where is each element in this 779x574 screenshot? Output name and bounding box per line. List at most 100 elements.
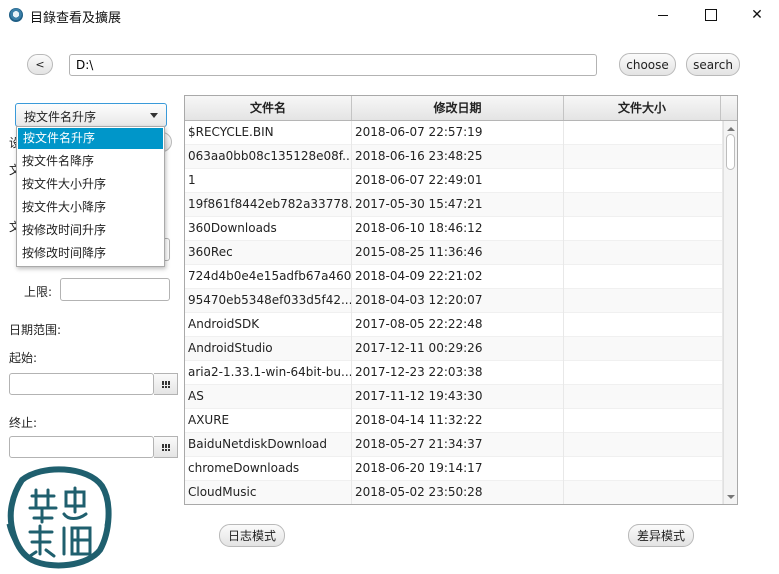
choose-button[interactable]: choose — [619, 53, 676, 76]
cell-size — [564, 241, 723, 265]
cell-date: 2018-06-20 19:14:17 — [352, 457, 564, 481]
calendar-icon — [161, 380, 170, 388]
table-row[interactable]: 724d4b0e4e15adfb67a460 2018-04-09 22:21:0… — [185, 265, 723, 289]
table-row[interactable]: CloudMusic 2018-05-02 23:50:28 — [185, 481, 723, 504]
cell-size — [564, 217, 723, 241]
cell-name: AS — [185, 385, 352, 409]
table-row[interactable]: 360Downloads 2018-06-10 18:46:12 — [185, 217, 723, 241]
cell-size — [564, 337, 723, 361]
cell-name: 360Downloads — [185, 217, 352, 241]
end-date-input[interactable] — [9, 436, 154, 458]
column-header-size[interactable]: 文件大小 — [564, 96, 721, 120]
sort-dropdown-menu: 按文件名升序 按文件名降序 按文件大小升序 按文件大小降序 按修改时间升序 按修… — [16, 126, 165, 267]
maximize-icon — [705, 9, 717, 21]
cell-size — [564, 409, 723, 433]
cell-date: 2017-12-23 22:03:38 — [352, 361, 564, 385]
cell-date: 2018-05-02 23:50:28 — [352, 481, 564, 504]
table-row[interactable]: AS 2017-11-12 19:43:30 — [185, 385, 723, 409]
table-row[interactable]: AXURE 2018-04-14 11:32:22 — [185, 409, 723, 433]
table-row[interactable]: $RECYCLE.BIN 2018-06-07 22:57:19 — [185, 121, 723, 145]
cell-name: BaiduNetdiskDownload — [185, 433, 352, 457]
sort-option[interactable]: 按修改时间升序 — [17, 219, 164, 242]
minimize-button[interactable] — [640, 0, 686, 30]
table-row[interactable]: 1 2018-06-07 22:49:01 — [185, 169, 723, 193]
cell-name: 95470eb5348ef033d5f42... — [185, 289, 352, 313]
cell-name: AndroidStudio — [185, 337, 352, 361]
upper-limit-input[interactable] — [60, 278, 170, 301]
cell-date: 2018-06-07 22:57:19 — [352, 121, 564, 145]
sort-option[interactable]: 按修改时间降序 — [17, 242, 164, 265]
table-row[interactable]: 360Rec 2015-08-25 11:36:46 — [185, 241, 723, 265]
cell-size — [564, 313, 723, 337]
diff-mode-button[interactable]: 差异模式 — [628, 524, 694, 547]
table-row[interactable]: 063aa0bb08c135128e08f... 2018-06-16 23:48… — [185, 145, 723, 169]
seal-logo — [2, 462, 116, 574]
start-date-label: 起始: — [9, 351, 38, 365]
column-header-name[interactable]: 文件名 — [185, 96, 352, 120]
sort-combobox[interactable]: 按文件名升序 — [15, 103, 167, 127]
cell-size — [564, 145, 723, 169]
scroll-down-icon[interactable] — [727, 495, 735, 499]
cell-size — [564, 457, 723, 481]
table-row[interactable]: 19f861f8442eb782a33778... 2017-05-30 15:4… — [185, 193, 723, 217]
sort-option[interactable]: 按文件名升序 — [18, 128, 163, 149]
cell-date: 2017-11-12 19:43:30 — [352, 385, 564, 409]
file-table: 文件名 修改日期 文件大小 $RECYCLE.BIN 2018-06-07 22:… — [184, 95, 738, 505]
column-header-date[interactable]: 修改日期 — [352, 96, 564, 120]
close-button[interactable]: ✕ — [734, 0, 779, 30]
cell-name: AndroidSDK — [185, 313, 352, 337]
cell-size — [564, 481, 723, 504]
cell-date: 2018-06-10 18:46:12 — [352, 217, 564, 241]
cell-size — [564, 121, 723, 145]
close-icon: ✕ — [751, 7, 763, 23]
table-row[interactable]: BaiduNetdiskDownload 2018-05-27 21:34:37 — [185, 433, 723, 457]
window-title: 目錄查看及擴展 — [30, 11, 122, 26]
cell-size — [564, 289, 723, 313]
end-date-picker-button[interactable] — [154, 436, 178, 458]
sort-option[interactable]: 按文件大小升序 — [17, 173, 164, 196]
cell-size — [564, 361, 723, 385]
scroll-thumb[interactable] — [726, 134, 735, 170]
cell-name: $RECYCLE.BIN — [185, 121, 352, 145]
cell-size — [564, 265, 723, 289]
start-date-input[interactable] — [9, 373, 154, 395]
cell-date: 2018-06-07 22:49:01 — [352, 169, 564, 193]
cell-name: 360Rec — [185, 241, 352, 265]
cell-name: 724d4b0e4e15adfb67a460 — [185, 265, 352, 289]
table-row[interactable]: AndroidSDK 2017-08-05 22:22:48 — [185, 313, 723, 337]
cell-size — [564, 385, 723, 409]
cell-name: aria2-1.33.1-win-64bit-bu... — [185, 361, 352, 385]
cell-date: 2017-05-30 15:47:21 — [352, 193, 564, 217]
cell-name: AXURE — [185, 409, 352, 433]
table-row[interactable]: chromeDownloads 2018-06-20 19:14:17 — [185, 457, 723, 481]
vertical-scrollbar[interactable] — [723, 121, 737, 504]
path-input[interactable] — [69, 54, 597, 76]
date-range-label: 日期范围: — [9, 323, 62, 337]
cell-date: 2018-05-27 21:34:37 — [352, 433, 564, 457]
chevron-down-icon — [150, 113, 158, 118]
cell-date: 2015-08-25 11:36:46 — [352, 241, 564, 265]
maximize-button[interactable] — [688, 0, 734, 30]
scroll-up-icon[interactable] — [727, 127, 735, 131]
cell-name: 063aa0bb08c135128e08f... — [185, 145, 352, 169]
sort-option[interactable]: 按文件名降序 — [17, 150, 164, 173]
sort-selected-value: 按文件名升序 — [24, 110, 97, 124]
log-mode-button[interactable]: 日志模式 — [219, 524, 285, 547]
sort-option[interactable]: 按文件大小降序 — [17, 196, 164, 219]
table-row[interactable]: 95470eb5348ef033d5f42... 2018-04-03 12:20… — [185, 289, 723, 313]
cell-date: 2017-08-05 22:22:48 — [352, 313, 564, 337]
cell-date: 2018-04-14 11:32:22 — [352, 409, 564, 433]
cell-date: 2018-04-03 12:20:07 — [352, 289, 564, 313]
end-date-label: 终止: — [9, 416, 38, 430]
start-date-picker-button[interactable] — [154, 373, 178, 395]
cell-date: 2018-06-16 23:48:25 — [352, 145, 564, 169]
table-header: 文件名 修改日期 文件大小 — [185, 96, 737, 121]
back-button[interactable]: < — [27, 54, 53, 75]
table-row[interactable]: aria2-1.33.1-win-64bit-bu... 2017-12-23 2… — [185, 361, 723, 385]
cell-name: chromeDownloads — [185, 457, 352, 481]
search-button[interactable]: search — [686, 53, 740, 76]
cell-name: 1 — [185, 169, 352, 193]
cell-name: 19f861f8442eb782a33778... — [185, 193, 352, 217]
cell-date: 2018-04-09 22:21:02 — [352, 265, 564, 289]
table-row[interactable]: AndroidStudio 2017-12-11 00:29:26 — [185, 337, 723, 361]
